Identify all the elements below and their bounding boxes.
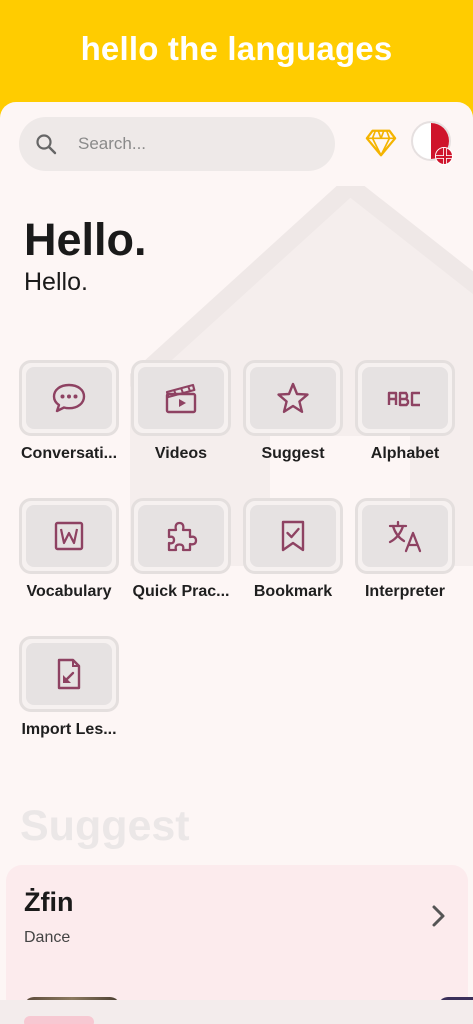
menu-tile[interactable]: [131, 498, 231, 574]
menu-tile[interactable]: [19, 498, 119, 574]
chat-bubble-icon: [52, 383, 86, 413]
word-document-icon: [54, 521, 84, 551]
puzzle-piece-icon: [167, 521, 198, 552]
menu-tile[interactable]: [19, 360, 119, 436]
search-icon: [34, 132, 58, 156]
greeting-subtitle: Hello.: [24, 268, 88, 296]
menu-item-interpreter[interactable]: Interpreter: [355, 498, 455, 601]
clapperboard-icon: [165, 383, 197, 414]
menu-item-conversation[interactable]: Conversati...: [19, 360, 119, 463]
suggest-word-card[interactable]: Żfin Dance: [6, 865, 473, 1024]
menu-label: Interpreter: [364, 583, 446, 600]
menu-item-alphabet[interactable]: Alphabet: [355, 360, 455, 463]
menu-label: Alphabet: [370, 445, 440, 462]
bottom-nav-indicator[interactable]: [24, 1016, 94, 1024]
menu-label: Suggest: [261, 445, 325, 462]
menu-tile[interactable]: [355, 360, 455, 436]
menu-tile[interactable]: [19, 636, 119, 712]
menu-item-suggest[interactable]: Suggest: [243, 360, 343, 463]
menu-tile[interactable]: [243, 360, 343, 436]
menu-item-bookmark[interactable]: Bookmark: [243, 498, 343, 601]
menu-label: Vocabulary: [26, 583, 112, 600]
menu-tile[interactable]: [131, 360, 231, 436]
language-selector-button[interactable]: [411, 121, 455, 165]
abc-icon: [387, 391, 420, 407]
menu-item-videos[interactable]: Videos: [131, 360, 231, 463]
search-input[interactable]: [78, 134, 298, 154]
menu-tile[interactable]: [243, 498, 343, 574]
search-bar[interactable]: [19, 117, 335, 171]
uk-flag-icon: [435, 147, 453, 165]
premium-diamond-button[interactable]: [364, 126, 398, 160]
file-import-icon: [57, 658, 81, 690]
star-icon: [277, 382, 309, 413]
greeting-title: Hello.: [24, 214, 147, 265]
main-card: Hello. Hello. Conversati... Videos Sugge…: [0, 102, 473, 1024]
menu-label: Import Les...: [21, 721, 117, 738]
menu-label: Quick Prac...: [132, 583, 230, 600]
bottom-navigation-bar: [0, 1000, 473, 1024]
suggest-meaning: Dance: [24, 929, 71, 946]
menu-item-vocabulary[interactable]: Vocabulary: [19, 498, 119, 601]
app-header: hello the languages: [0, 0, 473, 110]
menu-label: Bookmark: [253, 583, 333, 600]
menu-tile[interactable]: [355, 498, 455, 574]
menu-label: Conversati...: [20, 445, 118, 462]
suggest-word: Żfin: [24, 887, 74, 917]
menu-item-import-lesson[interactable]: Import Les...: [19, 636, 119, 739]
bookmark-check-icon: [281, 520, 305, 552]
app-title: hello the languages: [80, 30, 393, 67]
suggest-section-heading: Suggest: [20, 802, 190, 850]
menu-label: Videos: [154, 445, 208, 462]
menu-item-quick-practice[interactable]: Quick Prac...: [131, 498, 231, 601]
diamond-icon: [365, 129, 397, 157]
translate-icon: [388, 520, 422, 553]
chevron-right-icon[interactable]: [428, 903, 450, 929]
